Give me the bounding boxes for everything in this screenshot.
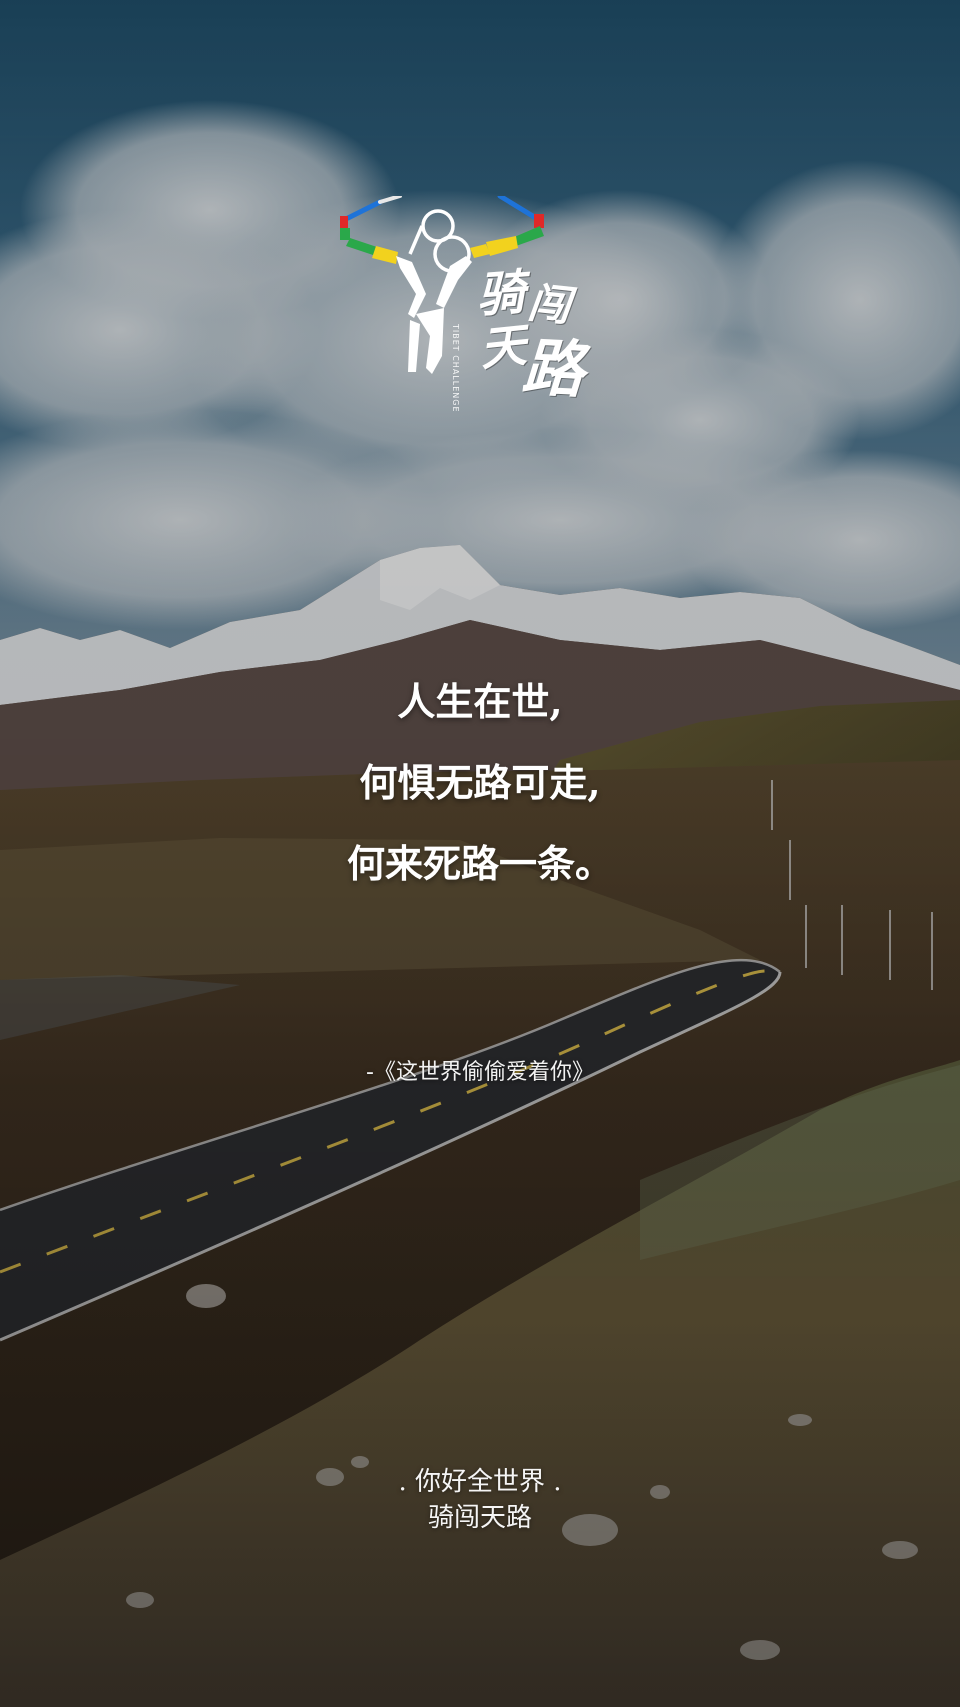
cyclist-logo: 骑 闯 天 路 TIBET CHALLENGE	[340, 196, 610, 426]
quote: 人生在世, 何惧无路可走, 何来死路一条。	[0, 682, 960, 925]
footer-brand: 骑闯天路	[427, 1503, 532, 1533]
footer: . 你好全世界 . 骑闯天路	[0, 1464, 960, 1536]
quote-line-2: 何惧无路可走,	[359, 760, 601, 805]
logo-char-qi: 骑	[475, 264, 527, 324]
rider-figure	[396, 256, 472, 374]
poster: 骑 闯 天 路 TIBET CHALLENGE 人生在世, 何惧无路可走, 何来…	[0, 0, 960, 1707]
quote-line-3: 何来死路一条。	[346, 841, 613, 886]
logo-char-chuang: 闯	[525, 277, 573, 332]
prayer-flag-horns	[340, 196, 544, 264]
quote-line-1: 人生在世,	[397, 679, 563, 724]
logo-char-tian: 天	[477, 317, 529, 377]
logo-char-lu: 路	[520, 330, 586, 407]
quote-attribution: -《这世界偷偷爱着你》	[366, 1060, 594, 1085]
logo-subtitle: TIBET CHALLENGE	[451, 324, 460, 413]
footer-greeting: . 你好全世界 .	[398, 1467, 562, 1497]
